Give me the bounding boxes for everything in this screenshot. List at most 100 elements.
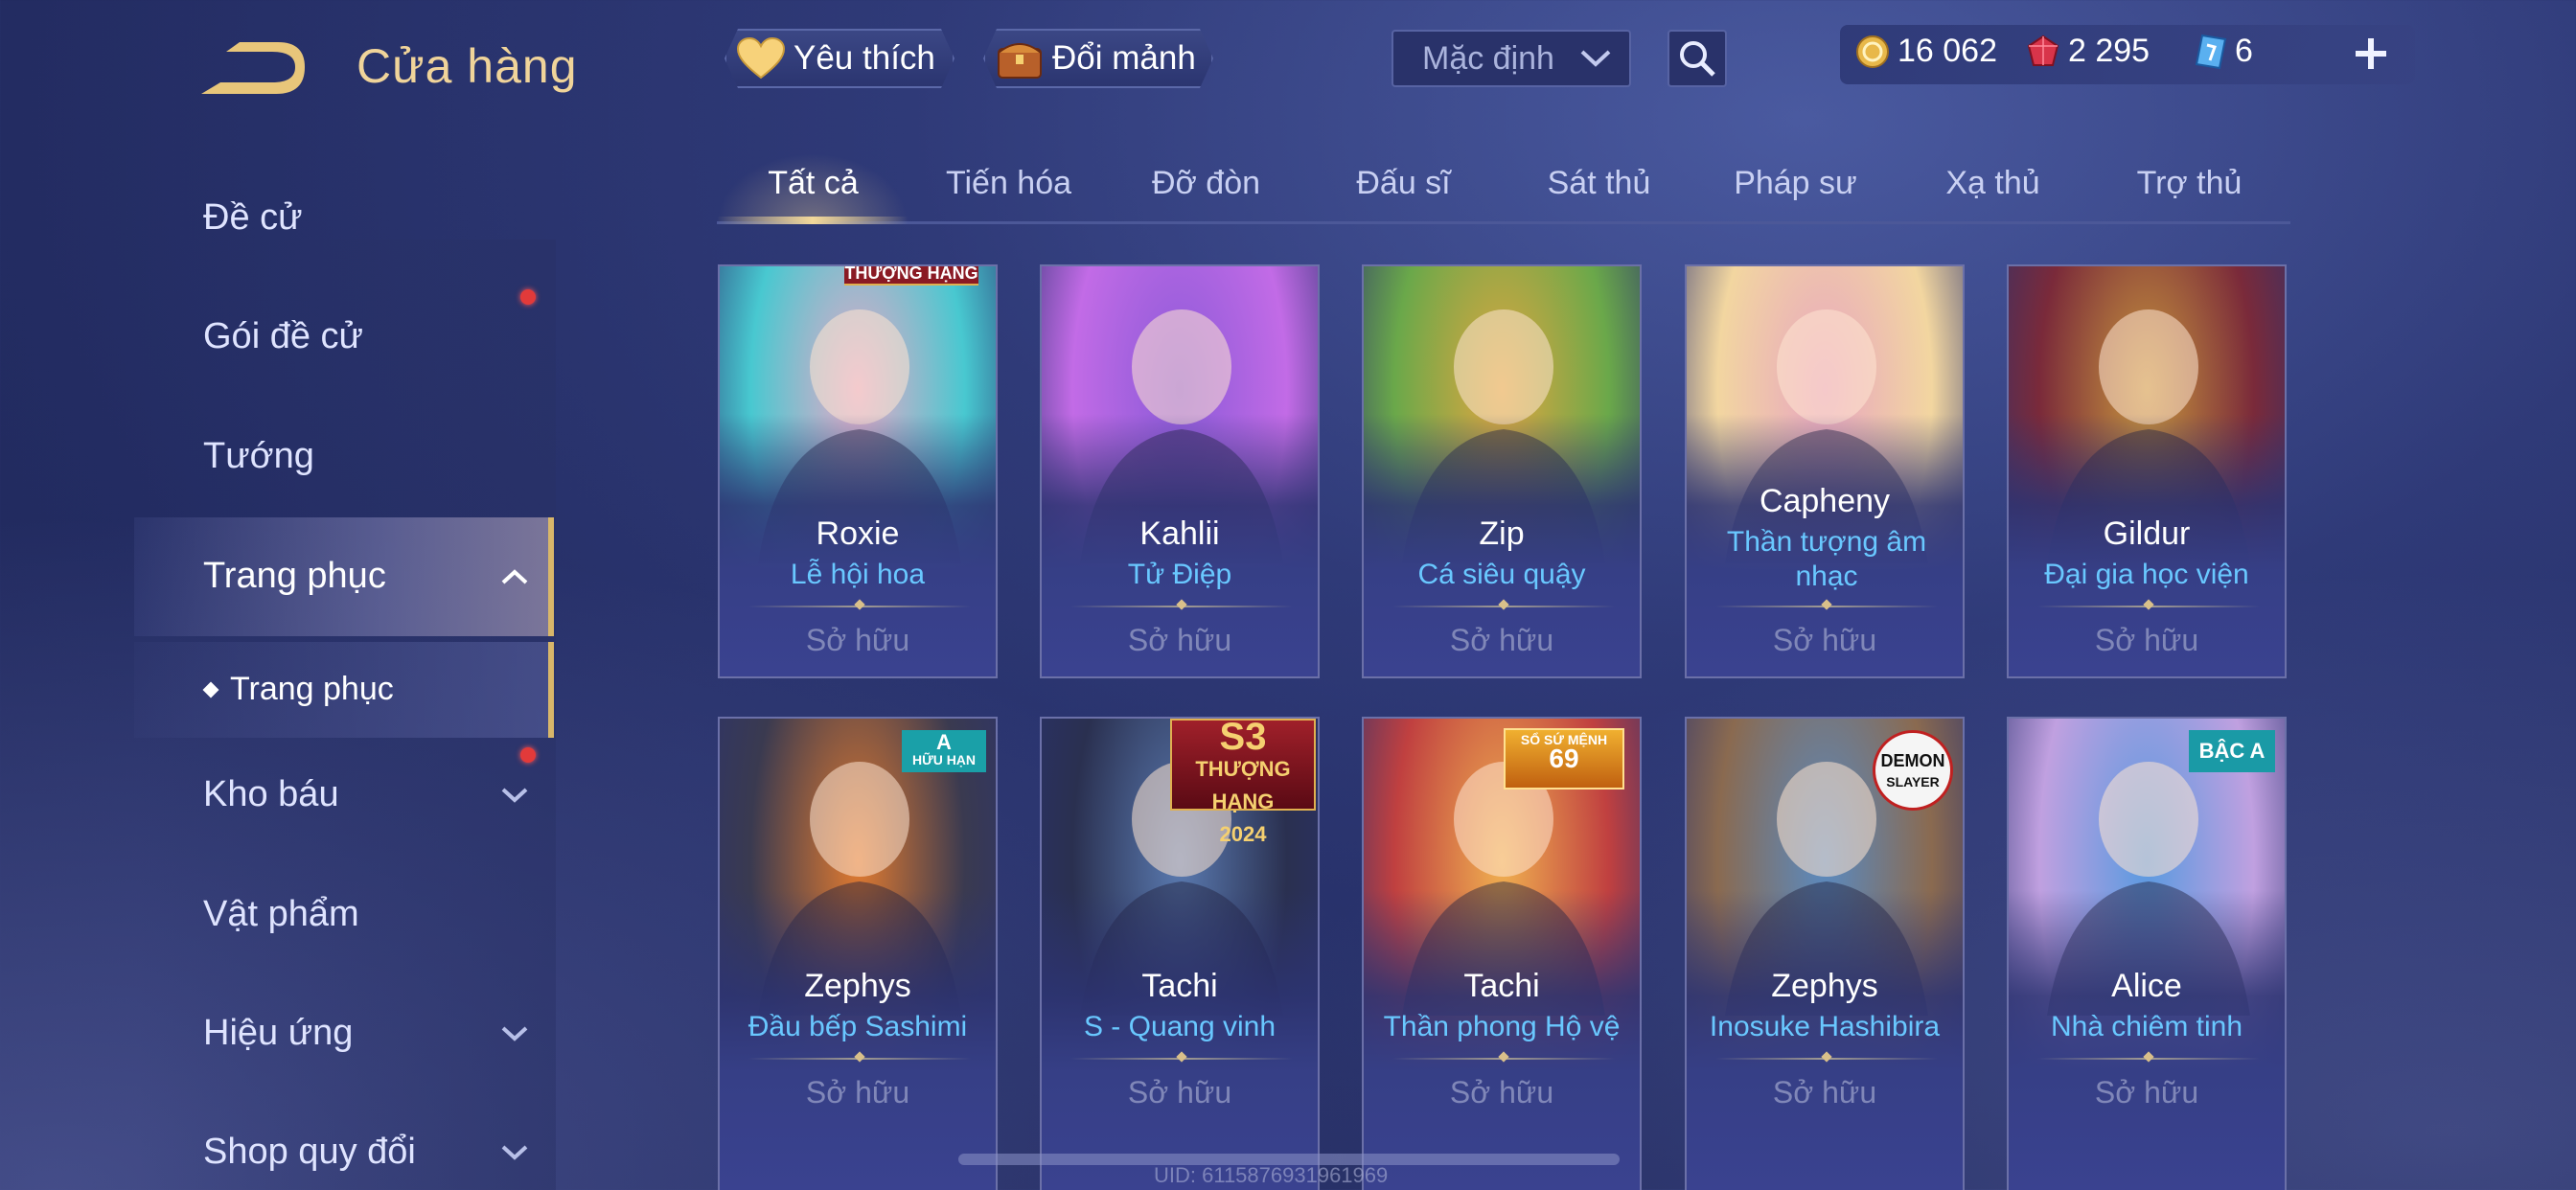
skin-card[interactable]: Gildur Đại gia học viện Sở hữu [2007,264,2287,678]
sidebar-item-label: Gói đề cử [203,316,363,356]
skin-name: Thần tượng âm nhạc [1726,526,1927,592]
tabs-divider [717,221,2290,224]
sidebar-item-label: Tướng [203,436,314,476]
skin-card[interactable]: A HỮU HẠN Zephys Đầu bếp Sashimi Sở hữu [718,717,998,1190]
sort-dropdown[interactable]: Mặc định [1392,30,1631,87]
skin-name: Cá siêu quậy [1417,559,1586,590]
ownership-status: Sở hữu [1127,1075,1232,1110]
ownership-status: Sở hữu [805,623,910,657]
card-divider [1715,1058,1938,1060]
card-divider [748,606,971,607]
diamond-bullet-icon [202,681,219,698]
skin-name: Inosuke Hashibira [1709,1011,1941,1042]
hero-name: Tachi [1141,968,1218,1004]
sidebar-item-skins[interactable]: Trang phục [203,556,529,597]
card-divider [1070,1058,1293,1060]
page-title: Cửa hàng [356,39,578,93]
sidebar-item-exchange-shop[interactable]: Shop quy đổi [203,1132,529,1173]
ruby-amount: 2 295 [2068,33,2150,69]
search-button[interactable] [1668,30,1727,87]
skin-name: Nhà chiêm tinh [2050,1011,2243,1042]
tab-marksman[interactable]: Xạ thủ [1895,165,2091,202]
tab-all[interactable]: Tất cả [715,165,911,202]
sidebar-item-effects[interactable]: Hiệu ứng [203,1013,529,1054]
skin-name: S - Quang vinh [1083,1011,1276,1042]
favorites-button[interactable]: Yêu thích [724,29,954,88]
sidebar-item-recommended-packs[interactable]: Gói đề cử [203,316,529,357]
sidebar-item-items[interactable]: Vật phẩm [203,894,529,935]
card-divider [1392,606,1615,607]
card-divider [748,1058,971,1060]
skin-card[interactable]: S3 THƯỢNG HẠNG 2024 Tachi S - Quang vinh Sở h… [1040,717,1320,1190]
tab-tank[interactable]: Đỡ đòn [1108,165,1304,202]
tab-assassin[interactable]: Sát thủ [1501,165,1697,202]
sidebar-subitem-skins[interactable]: Trang phục [202,671,394,708]
skin-tier-badge: DEMON SLAYER [1873,730,1953,811]
favorites-label: Yêu thích [794,39,935,77]
sort-value: Mặc định [1422,39,1554,77]
sidebar-item-label: Shop quy đổi [203,1132,416,1172]
hero-name: Alice [2111,968,2182,1004]
ticket-amount: 6 [2235,33,2253,69]
notification-dot [520,289,536,305]
ownership-status: Sở hữu [1772,1075,1877,1110]
add-currency-button[interactable] [2350,33,2392,75]
skin-tier-badge: SỔ SỨ MỆNH 69 [1504,728,1624,790]
tab-evolution[interactable]: Tiến hóa [910,165,1107,202]
ownership-status: Sở hữu [1449,1075,1554,1110]
rank-badge: THƯỢNG HẠNG [844,266,978,286]
gold-coin-icon [1855,34,1890,69]
card-divider [1070,606,1293,607]
voucher-icon [2195,34,2227,70]
chevron-down-icon [1580,50,1611,67]
hero-name: Capheny [1759,483,1891,519]
skin-name: Đầu bếp Sashimi [748,1011,968,1042]
hero-name: Kahlii [1139,515,1220,552]
exchange-label: Đổi mảnh [1052,39,1196,77]
skin-card[interactable]: Zip Cá siêu quậy Sở hữu [1362,264,1642,678]
chevron-down-icon [501,788,528,803]
card-divider [1715,606,1938,607]
user-id: UID: 6115876931961969 [1154,1163,1389,1187]
sidebar-subitem-label: Trang phục [230,671,394,707]
skin-card[interactable]: Kahlii Tử Điệp Sở hữu [1040,264,1320,678]
skin-card[interactable]: DEMON SLAYER Zephys Inosuke Hashibira Sở hữu [1685,717,1965,1190]
sidebar-item-treasure[interactable]: Kho báu [203,774,529,815]
hero-name: Gildur [2103,515,2191,552]
hero-name: Roxie [816,515,900,552]
card-divider [2037,606,2260,607]
skin-card[interactable]: THƯỢNG HẠNG Roxie Lễ hội hoa Sở hữu [718,264,998,678]
hero-name: Zephys [1771,968,1878,1004]
skin-tier-badge: S3 THƯỢNG HẠNG 2024 [1170,719,1316,846]
sidebar-item-heroes[interactable]: Tướng [203,436,529,477]
skin-name: Lễ hội hoa [790,559,926,590]
gold-currency: 16 062 [1855,33,1997,70]
tab-active-underline [717,217,908,224]
ownership-status: Sở hữu [1127,623,1232,657]
skin-name: Thần phong Hộ vệ [1383,1011,1621,1042]
heart-icon [736,37,786,80]
hero-name: Zephys [804,968,911,1004]
skin-card[interactable]: BẬC A Alice Nhà chiêm tinh Sở hữu [2007,717,2287,1190]
skin-name: Đại gia học viện [2044,559,2249,590]
skin-card[interactable]: Capheny Thần tượng âm nhạc Sở hữu [1685,264,1965,678]
tab-support[interactable]: Trợ thủ [2091,165,2288,202]
skin-card[interactable]: SỔ SỨ MỆNH 69 Tachi Thần phong Hộ vệ Sở hữu [1362,717,1642,1190]
chevron-down-icon [501,1145,528,1160]
tab-mage[interactable]: Pháp sư [1697,165,1894,202]
plus-icon [2356,38,2386,69]
hero-name: Zip [1479,515,1525,552]
sidebar-item-recommended[interactable]: Đề cử [203,197,529,239]
card-divider [2037,1058,2260,1060]
tab-fighter[interactable]: Đấu sĩ [1305,165,1502,202]
skin-tier-badge: BẬC A [2189,730,2275,772]
sidebar-item-label: Đề cử [203,197,303,238]
back-button[interactable] [201,38,309,98]
ownership-status: Sở hữu [1449,623,1554,657]
back-arrow-icon [201,42,305,94]
exchange-fragments-button[interactable]: Đổi mảnh [983,29,1213,88]
chevron-up-icon [501,568,528,584]
skin-tier-badge: A HỮU HẠN [902,730,986,772]
ticket-currency: 6 [2195,33,2253,70]
card-divider [1392,1058,1615,1060]
